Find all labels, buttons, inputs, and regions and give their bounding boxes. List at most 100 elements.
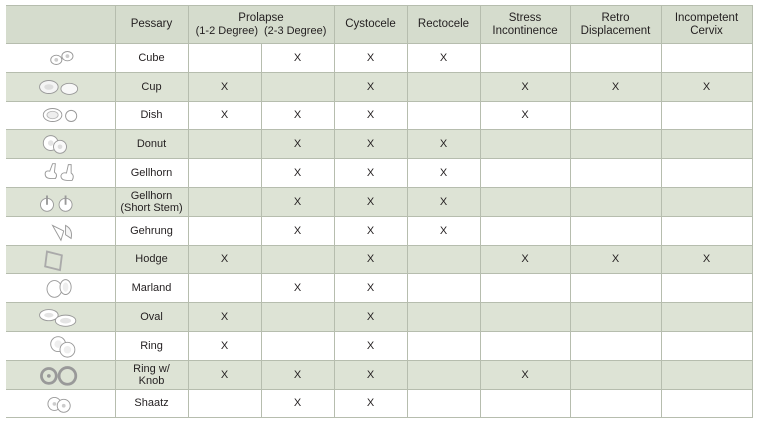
cystocele-cell: X xyxy=(333,388,408,419)
incompetent-cervix-cell xyxy=(660,388,753,419)
cup-pessary-icon xyxy=(6,74,115,100)
prolapse-2-3-cell: X xyxy=(260,273,335,304)
table-row: Gehrung X X X xyxy=(6,215,753,246)
pessary-name-cell: Cup xyxy=(114,71,189,102)
rectocele-cell: X xyxy=(406,129,481,160)
retro-displacement-cell xyxy=(569,43,662,73)
prolapse-2-3-cell: X xyxy=(260,359,335,390)
prolapse-2-3-cell: X xyxy=(260,100,335,131)
rectocele-column-header: Rectocele xyxy=(406,5,481,44)
incompetent-cervix-cell: X xyxy=(660,71,753,102)
pessary-name: Cup xyxy=(141,80,162,93)
cystocele-cell: X xyxy=(333,100,408,131)
prolapse-2-3-cell: X xyxy=(260,129,335,160)
pessary-name-cell: Cube xyxy=(114,43,189,73)
prolapse-1-2-cell xyxy=(187,43,262,73)
pessary-name: Oval xyxy=(140,311,163,324)
stress-incontinence-cell: X xyxy=(479,100,571,131)
rectocele-cell xyxy=(406,100,481,131)
table-row: Gellhorn (Short Stem) X X X xyxy=(6,186,753,217)
prolapse-title: Prolapse xyxy=(238,11,284,24)
retro-displacement-cell xyxy=(569,330,662,361)
prolapse-1-2-cell: X xyxy=(187,302,262,332)
retro-header-line-1: Retro xyxy=(601,11,630,24)
gellhorn-short-stem-pessary-icon xyxy=(6,189,115,215)
prolapse-2-3-cell: X xyxy=(260,215,335,246)
pessary-name: Marland xyxy=(131,282,172,295)
table-row: Ring X X xyxy=(6,330,753,361)
ring-pessary-icon xyxy=(6,333,115,359)
cystocele-cell: X xyxy=(333,71,408,102)
retro-displacement-cell xyxy=(569,273,662,304)
table-row: Oval X X xyxy=(6,302,753,332)
pessary-indication-table: Pessary Prolapse (1-2 Degree) (2-3 Degre… xyxy=(6,5,753,419)
rectocele-cell: X xyxy=(406,158,481,188)
stress-incontinence-cell xyxy=(479,43,571,73)
table-row: Marland X X xyxy=(6,273,753,304)
incompetent-cervix-cell xyxy=(660,43,753,73)
incompetent-cervix-cell xyxy=(660,158,753,188)
pessary-name-line-2: Knob xyxy=(138,374,165,387)
pessary-name: Cube xyxy=(138,51,165,64)
cystocele-cell: X xyxy=(333,244,408,275)
incompetent-cervix-cell xyxy=(660,100,753,131)
rectocele-cell xyxy=(406,330,481,361)
incompetent-cervix-cell xyxy=(660,186,753,217)
stress-incontinence-cell xyxy=(479,158,571,188)
rectocele-cell xyxy=(406,244,481,275)
stress-incontinence-cell xyxy=(479,330,571,361)
retro-displacement-cell: X xyxy=(569,71,662,102)
pessary-name: Ring xyxy=(140,339,163,352)
cube-pessary-icon xyxy=(6,45,115,71)
stress-incontinence-cell xyxy=(479,388,571,419)
incompetent-cervix-cell xyxy=(660,302,753,332)
oval-pessary-icon xyxy=(6,304,115,330)
incomp-header-line-1: Incompetent xyxy=(674,11,739,24)
prolapse-2-3-cell: X xyxy=(260,388,335,419)
pessary-name: Shaatz xyxy=(134,397,169,410)
pessary-name: Donut xyxy=(136,138,167,151)
stress-header-line-1: Stress xyxy=(508,11,542,24)
hodge-pessary-icon xyxy=(6,246,115,272)
prolapse-2-3-cell: X xyxy=(260,43,335,73)
stress-incontinence-cell: X xyxy=(479,359,571,390)
pessary-name-cell: Shaatz xyxy=(114,388,189,419)
incompetent-cervix-column-header: Incompetent Cervix xyxy=(660,5,753,44)
table-row: Hodge X X X X X xyxy=(6,244,753,275)
image-column-header xyxy=(6,5,116,44)
stress-incontinence-cell: X xyxy=(479,71,571,102)
pessary-name-cell: Donut xyxy=(114,129,189,160)
table-row: Cup X X X X X xyxy=(6,71,753,102)
prolapse-1-2-cell: X xyxy=(187,71,262,102)
pessary-name-cell: Ring w/Knob xyxy=(114,359,189,390)
prolapse-1-2-cell: X xyxy=(187,100,262,131)
stress-incontinence-cell xyxy=(479,302,571,332)
prolapse-1-2-cell xyxy=(187,388,262,419)
prolapse-1-2-cell xyxy=(187,129,262,160)
prolapse-2-3-cell: X xyxy=(260,158,335,188)
marland-pessary-icon xyxy=(6,275,115,301)
pessary-name-cell: Gellhorn (Short Stem) xyxy=(114,186,189,217)
rectocele-cell xyxy=(406,273,481,304)
cystocele-cell: X xyxy=(333,129,408,160)
incompetent-cervix-cell xyxy=(660,330,753,361)
retro-header-line-2: Displacement xyxy=(580,24,651,37)
rectocele-cell xyxy=(406,71,481,102)
retro-displacement-cell xyxy=(569,302,662,332)
cystocele-cell: X xyxy=(333,330,408,361)
pessary-name: Gellhorn xyxy=(130,189,173,202)
table-row: Gellhorn X X X xyxy=(6,158,753,188)
pessary-image-cell xyxy=(6,129,116,160)
incompetent-cervix-cell xyxy=(660,359,753,390)
retro-displacement-cell xyxy=(569,158,662,188)
cystocele-cell: X xyxy=(333,158,408,188)
pessary-name-cell: Hodge xyxy=(114,244,189,275)
pessary-column-header: Pessary xyxy=(114,5,189,44)
header-row: Pessary Prolapse (1-2 Degree) (2-3 Degre… xyxy=(6,5,753,44)
pessary-name-cell: Oval xyxy=(114,302,189,332)
rectocele-cell xyxy=(406,359,481,390)
pessary-image-cell xyxy=(6,71,116,102)
stress-incontinence-column-header: Stress Incontinence xyxy=(479,5,571,44)
prolapse-2-3-cell xyxy=(260,330,335,361)
pessary-image-cell xyxy=(6,388,116,419)
